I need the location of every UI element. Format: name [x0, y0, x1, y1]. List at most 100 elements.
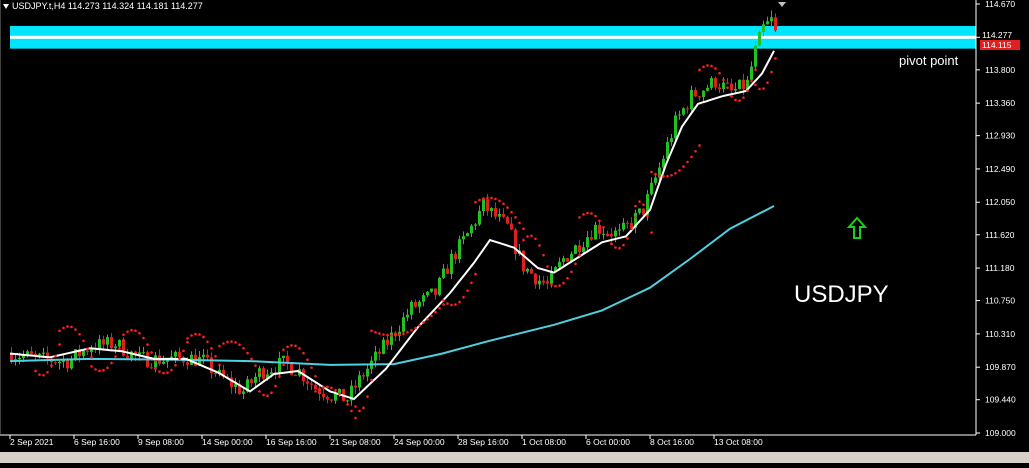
- y-tick-label: 110.750: [985, 296, 1015, 306]
- sar-dot: [218, 344, 221, 348]
- candle-body: [694, 90, 697, 97]
- sar-dot: [494, 197, 497, 201]
- sar-dot: [74, 328, 77, 331]
- sar-dot: [602, 225, 605, 229]
- candle-body: [162, 361, 165, 364]
- sar-dot: [90, 365, 93, 368]
- candle-body: [242, 391, 245, 394]
- candle: [30, 346, 33, 355]
- bottom-scrollbar[interactable]: [0, 452, 1029, 463]
- candle-body: [490, 208, 493, 212]
- candle: [326, 395, 329, 404]
- candle: [474, 223, 477, 230]
- candle-body: [366, 368, 369, 377]
- sar-dot: [650, 231, 653, 234]
- candle: [378, 348, 381, 361]
- candle-body: [282, 355, 285, 358]
- pivot-price-tag: 114.115: [980, 40, 1020, 50]
- candle-body: [110, 337, 113, 349]
- sar-dot: [410, 329, 413, 332]
- sar-dot: [430, 314, 433, 318]
- price-chart[interactable]: 114.670114.230113.800113.360112.930112.4…: [0, 0, 1029, 463]
- sar-dot: [550, 283, 553, 286]
- candle-body: [774, 17, 777, 31]
- candle: [534, 273, 537, 289]
- candle: [650, 177, 653, 196]
- sar-dot: [542, 253, 545, 257]
- sar-dot: [270, 391, 273, 395]
- candle: [258, 365, 261, 382]
- candle: [562, 255, 565, 266]
- sar-dot: [634, 204, 637, 208]
- candle-body: [346, 400, 349, 402]
- sar-dot: [334, 388, 337, 392]
- x-tick-label: 13 Oct 08:00: [714, 437, 763, 447]
- y-tick-label: 109.000: [985, 428, 1016, 438]
- sar-dot: [714, 67, 717, 70]
- sar-dot: [774, 57, 777, 60]
- sar-dot: [654, 172, 657, 176]
- x-tick-label: 28 Sep 16:00: [458, 437, 509, 447]
- candle-body: [478, 211, 481, 225]
- candle: [430, 288, 433, 293]
- sar-dot: [426, 317, 429, 321]
- candle-body: [638, 208, 641, 213]
- candle: [286, 350, 289, 370]
- candle-body: [670, 138, 673, 143]
- candle-body: [722, 82, 725, 90]
- candle: [142, 347, 145, 355]
- candle: [290, 362, 293, 376]
- sar-dot: [726, 86, 729, 89]
- candle: [750, 61, 753, 81]
- sar-dot: [710, 64, 713, 68]
- candle-body: [446, 268, 449, 274]
- x-tick-label: 21 Sep 08:00: [330, 437, 381, 447]
- candle-body: [454, 253, 457, 260]
- sar-dot: [46, 370, 49, 374]
- candle-body: [706, 87, 709, 91]
- candle-body: [174, 351, 177, 357]
- candle-body: [142, 352, 145, 354]
- y-tick-label: 113.800: [985, 65, 1015, 75]
- sar-dot: [358, 409, 361, 413]
- candle-body: [742, 79, 745, 89]
- sar-dot: [194, 332, 197, 336]
- sar-dot: [634, 216, 637, 219]
- candle-body: [422, 295, 425, 302]
- candle: [718, 83, 721, 93]
- candle-body: [150, 367, 153, 369]
- sar-dot: [70, 325, 73, 329]
- candle-body: [278, 357, 281, 374]
- candle: [382, 337, 385, 355]
- sar-dot: [58, 329, 61, 333]
- candle: [490, 207, 493, 218]
- candle-body: [330, 399, 333, 401]
- chart-menu-triangle-icon[interactable]: [3, 4, 9, 9]
- candle-body: [474, 224, 477, 226]
- sar-dot: [198, 333, 201, 336]
- candle-body: [426, 291, 429, 296]
- x-tick-label: 14 Sep 00:00: [202, 437, 253, 447]
- y-tick-label: 112.050: [985, 197, 1015, 207]
- candle-body: [762, 24, 765, 33]
- sar-dot: [90, 356, 93, 359]
- sar-dot: [422, 321, 425, 324]
- candle-body: [614, 230, 617, 237]
- candle: [442, 263, 445, 280]
- sar-dot: [166, 371, 169, 374]
- x-tick-label: 8 Oct 16:00: [650, 437, 694, 447]
- sar-dot: [354, 416, 357, 420]
- candle-body: [486, 199, 489, 212]
- sar-dot: [246, 351, 249, 355]
- sar-dot: [286, 345, 289, 349]
- sar-dot: [266, 394, 269, 398]
- candle-body: [414, 301, 417, 307]
- candle: [406, 308, 409, 322]
- x-tick-label: 16 Sep 16:00: [266, 437, 317, 447]
- sar-dot: [326, 385, 329, 389]
- sar-dot: [154, 359, 157, 363]
- y-tick-label: 112.490: [985, 164, 1015, 174]
- sar-dot: [134, 329, 137, 333]
- candle-body: [702, 90, 705, 98]
- candle: [510, 217, 513, 230]
